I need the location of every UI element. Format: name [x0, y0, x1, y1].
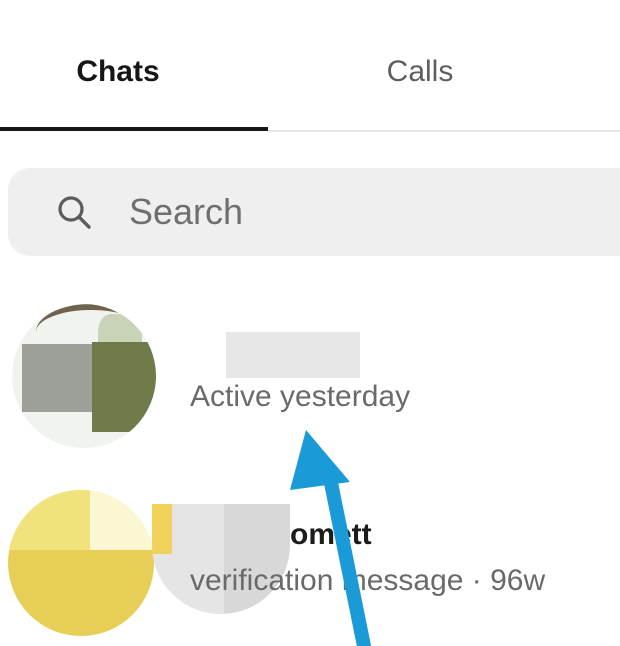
avatar [8, 490, 154, 636]
avatar [12, 304, 156, 448]
tab-bar: Chats Calls [0, 0, 620, 132]
tab-calls[interactable]: Calls [310, 50, 530, 94]
redacted-name [226, 332, 360, 378]
tab-chats[interactable]: Chats [0, 50, 236, 94]
search-icon [58, 196, 91, 229]
conversation-item[interactable]: omett verification message · 96w [0, 470, 620, 640]
conversation-item[interactable]: Active yesterday [0, 290, 620, 460]
conversation-preview: verification message · 96w [190, 564, 546, 597]
conversation-status: Active yesterday [190, 380, 411, 413]
active-tab-indicator [0, 127, 268, 131]
tabs-divider [268, 130, 620, 132]
conversation-name: omett [290, 518, 372, 551]
search-placeholder: Search [129, 191, 244, 232]
search-input[interactable]: Search [8, 168, 620, 256]
